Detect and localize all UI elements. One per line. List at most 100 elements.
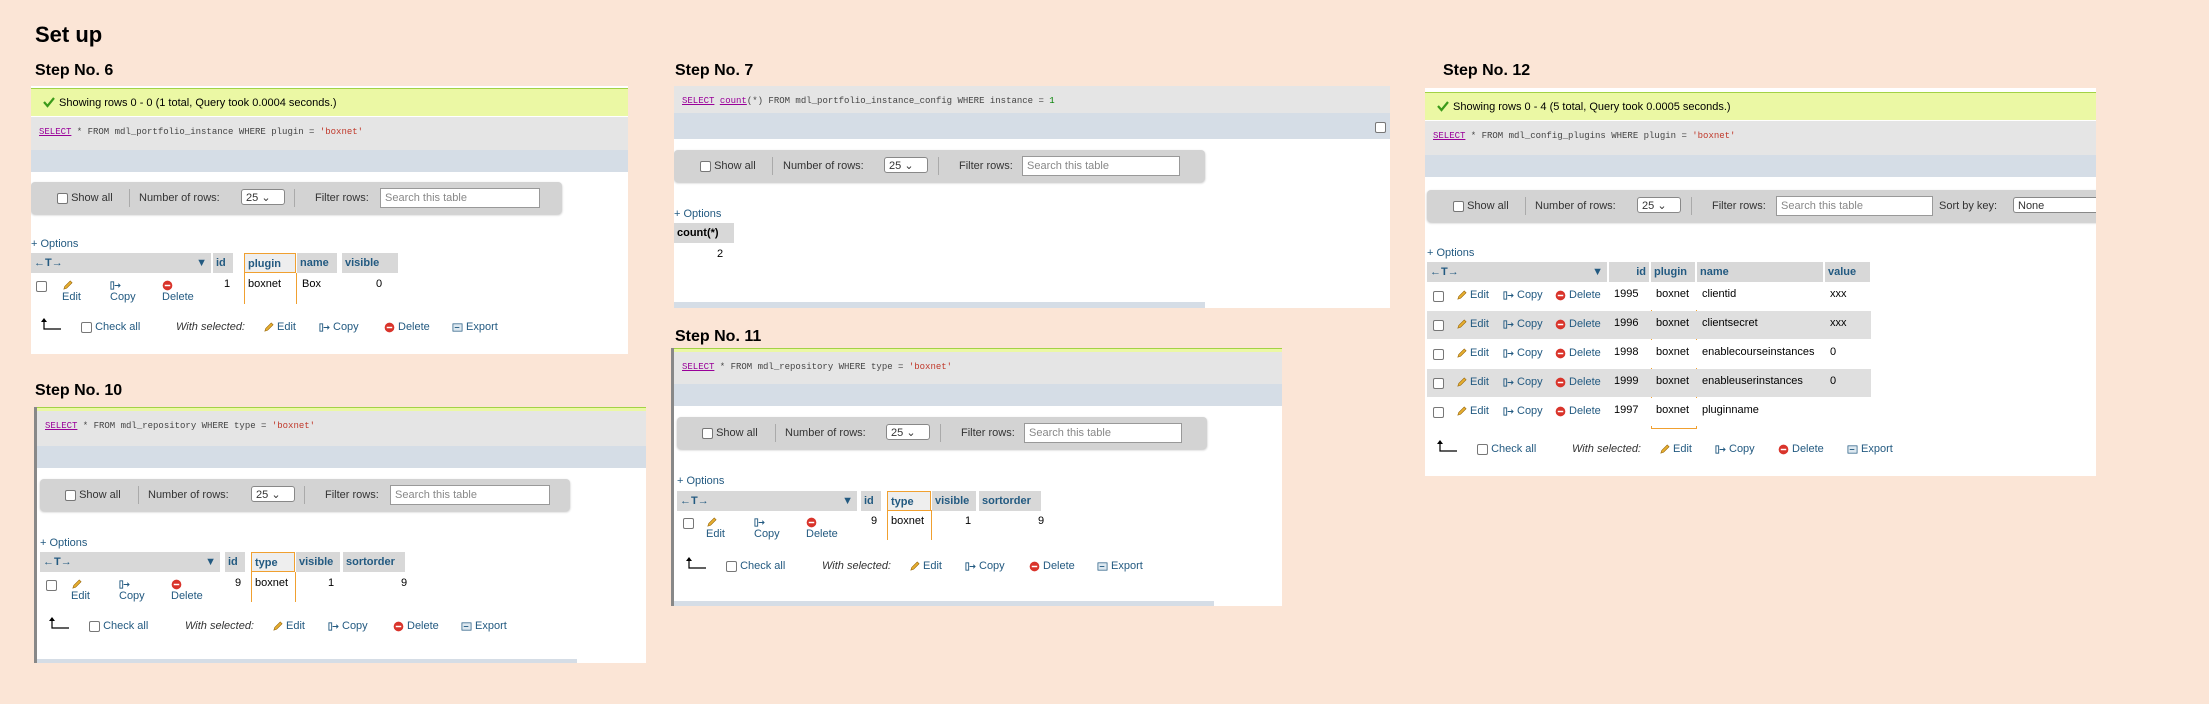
sql-query[interactable]: SELECT * FROM mdl_portfolio_instance WHE… xyxy=(31,117,628,150)
sql-query[interactable]: SELECT * FROM mdl_config_plugins WHERE p… xyxy=(1425,121,2096,155)
column-header[interactable]: id xyxy=(1609,262,1649,282)
options-link[interactable]: + Options xyxy=(31,238,78,250)
nav-header[interactable]: ←T→ ▼ xyxy=(40,552,220,572)
check-all[interactable]: Check all xyxy=(89,620,148,632)
edit-button[interactable]: Edit xyxy=(1456,318,1489,330)
sql-query[interactable]: SELECT count(*) FROM mdl_portfolio_insta… xyxy=(674,86,1390,113)
sql-keyword[interactable]: SELECT xyxy=(682,96,714,106)
copy-button[interactable]: Copy xyxy=(1503,347,1543,359)
sql-keyword[interactable]: SELECT xyxy=(1433,131,1465,141)
delete-button[interactable]: Delete xyxy=(171,578,203,602)
column-header[interactable]: id xyxy=(225,552,245,572)
row-checkbox[interactable] xyxy=(33,275,50,297)
delete-button[interactable]: Delete xyxy=(1555,405,1601,417)
column-header[interactable]: sortorder xyxy=(343,552,405,572)
bulk-export-button[interactable]: Export xyxy=(1847,443,1893,455)
options-link[interactable]: + Options xyxy=(674,208,721,220)
sort-select[interactable]: None xyxy=(2013,197,2096,213)
nav-header[interactable]: ←T→ ▼ xyxy=(677,491,857,511)
options-link[interactable]: + Options xyxy=(1427,247,1474,259)
column-header[interactable]: visible xyxy=(342,253,398,273)
rows-select[interactable]: 25 ⌄ xyxy=(241,189,285,205)
rows-select[interactable]: 25 ⌄ xyxy=(886,424,930,440)
nav-header[interactable]: ←T→ ▼ xyxy=(1427,262,1607,282)
check-all[interactable]: Check all xyxy=(81,321,140,333)
sort-caret-icon[interactable]: ▼ xyxy=(1592,262,1603,282)
bulk-edit-button[interactable]: Edit xyxy=(909,560,942,572)
row-checkbox[interactable] xyxy=(1430,372,1447,394)
copy-button[interactable]: Copy xyxy=(1503,376,1543,388)
bulk-edit-button[interactable]: Edit xyxy=(272,620,305,632)
edge-checkbox[interactable] xyxy=(1375,122,1386,133)
delete-button[interactable]: Delete xyxy=(1555,347,1601,359)
sort-caret-icon[interactable]: ▼ xyxy=(196,253,207,273)
rows-select[interactable]: 25 ⌄ xyxy=(1637,197,1681,213)
column-header[interactable]: name xyxy=(297,253,337,273)
column-header[interactable]: type xyxy=(887,491,931,511)
sort-caret-icon[interactable]: ▼ xyxy=(205,552,216,572)
bulk-export-button[interactable]: Export xyxy=(452,321,498,333)
row-checkbox[interactable] xyxy=(1430,314,1447,336)
column-header[interactable]: value xyxy=(1825,262,1870,282)
column-header[interactable]: plugin xyxy=(1651,262,1695,282)
filter-input[interactable]: Search this table xyxy=(1024,423,1182,443)
check-all[interactable]: Check all xyxy=(1477,443,1536,455)
show-all-checkbox[interactable]: Show all xyxy=(700,150,756,182)
column-header[interactable]: name xyxy=(1697,262,1823,282)
column-header[interactable]: sortorder xyxy=(979,491,1041,511)
delete-button[interactable]: Delete xyxy=(1555,318,1601,330)
sql-function[interactable]: count xyxy=(720,96,747,106)
column-header[interactable]: type xyxy=(251,552,295,572)
row-checkbox[interactable] xyxy=(680,512,697,534)
options-link[interactable]: + Options xyxy=(40,537,87,549)
show-all-checkbox[interactable]: Show all xyxy=(65,479,121,511)
copy-button[interactable]: Copy xyxy=(1503,318,1543,330)
sql-keyword[interactable]: SELECT xyxy=(39,127,71,137)
copy-button[interactable]: Copy xyxy=(119,578,145,602)
filter-input[interactable]: Search this table xyxy=(1022,156,1180,176)
edit-button[interactable]: Edit xyxy=(1456,376,1489,388)
delete-button[interactable]: Delete xyxy=(806,516,838,540)
bulk-delete-button[interactable]: Delete xyxy=(1029,560,1075,572)
copy-button[interactable]: Copy xyxy=(754,516,780,540)
sql-keyword[interactable]: SELECT xyxy=(682,362,714,372)
column-header[interactable]: visible xyxy=(932,491,976,511)
column-header[interactable]: id xyxy=(213,253,233,273)
edit-button[interactable]: Edit xyxy=(1456,405,1489,417)
bulk-export-button[interactable]: Export xyxy=(461,620,507,632)
bulk-copy-button[interactable]: Copy xyxy=(965,560,1005,572)
show-all-checkbox[interactable]: Show all xyxy=(57,182,113,214)
sql-query[interactable]: SELECT * FROM mdl_repository WHERE type … xyxy=(37,411,646,446)
sql-query[interactable]: SELECT * FROM mdl_repository WHERE type … xyxy=(674,352,1282,384)
sql-keyword[interactable]: SELECT xyxy=(45,421,77,431)
edit-button[interactable]: Edit xyxy=(706,516,725,540)
filter-input[interactable]: Search this table xyxy=(1776,196,1933,216)
bulk-edit-button[interactable]: Edit xyxy=(1659,443,1692,455)
delete-button[interactable]: Delete xyxy=(1555,289,1601,301)
edit-button[interactable]: Edit xyxy=(71,578,90,602)
filter-input[interactable]: Search this table xyxy=(380,188,540,208)
show-all-checkbox[interactable]: Show all xyxy=(702,417,758,449)
bulk-edit-button[interactable]: Edit xyxy=(263,321,296,333)
bulk-export-button[interactable]: Export xyxy=(1097,560,1143,572)
copy-button[interactable]: Copy xyxy=(110,279,136,303)
check-all[interactable]: Check all xyxy=(726,560,785,572)
nav-header[interactable]: ←T→ ▼ xyxy=(31,253,211,273)
sort-caret-icon[interactable]: ▼ xyxy=(842,491,853,511)
bulk-copy-button[interactable]: Copy xyxy=(319,321,359,333)
column-header[interactable]: plugin xyxy=(244,253,296,273)
column-header[interactable]: count(*) xyxy=(674,223,734,243)
column-header[interactable]: visible xyxy=(296,552,340,572)
delete-button[interactable]: Delete xyxy=(162,279,194,303)
rows-select[interactable]: 25 ⌄ xyxy=(251,486,295,502)
bulk-delete-button[interactable]: Delete xyxy=(384,321,430,333)
bulk-copy-button[interactable]: Copy xyxy=(328,620,368,632)
rows-select[interactable]: 25 ⌄ xyxy=(884,157,928,173)
row-checkbox[interactable] xyxy=(43,574,60,596)
row-checkbox[interactable] xyxy=(1430,401,1447,423)
column-header[interactable]: id xyxy=(861,491,881,511)
bulk-delete-button[interactable]: Delete xyxy=(1778,443,1824,455)
copy-button[interactable]: Copy xyxy=(1503,405,1543,417)
show-all-checkbox[interactable]: Show all xyxy=(1453,190,1509,222)
copy-button[interactable]: Copy xyxy=(1503,289,1543,301)
